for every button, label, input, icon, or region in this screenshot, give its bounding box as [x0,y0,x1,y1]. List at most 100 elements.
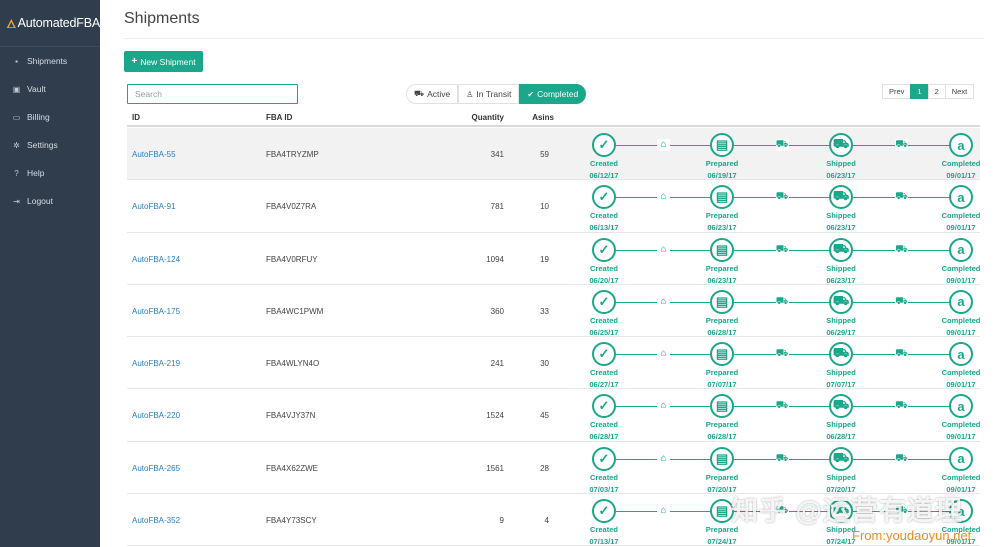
fba-id: FBA4V0RFUY [266,254,318,264]
asins-count: 59 [540,150,549,159]
logout-icon: ⇥ [13,196,20,206]
table-row[interactable]: AutoFBA-91 FBA4V0Z7RA 781 10 ⌂ ⛟ ⛟ ✓ Created 06/1… [127,180,980,233]
truck-icon: ⛟ [895,400,908,413]
sidebar-item-label: Settings [27,140,58,150]
warehouse-icon: ⌂ [657,348,670,361]
check-icon: ✓ [592,289,616,314]
timeline-step-completed: a Completed 09/01/17 [936,342,986,390]
shipment-id-link[interactable]: AutoFBA-124 [132,255,180,264]
vault-icon: ▣ [12,84,21,94]
quantity: 1094 [486,254,504,264]
table-row[interactable]: AutoFBA-265 FBA4X62ZWE 1561 28 ⌂ ⛟ ⛟ ✓ Created 07… [127,442,980,495]
filter-label: Active [427,89,451,99]
truck-icon: ⛟ [775,400,789,413]
sidebar-item-help[interactable]: ? Help [0,159,100,187]
sidebar: AutomatedFBA ▪ Shipments ▣ Vault ▭ Billing ✲ Se… [0,0,100,547]
step-label: Prepared [705,420,739,430]
clipboard-icon: ▤ [710,289,734,314]
filter-active[interactable]: ⛟ Active [406,84,459,104]
timeline-step-created: ✓ Created 06/28/17 [579,394,629,442]
sidebar-item-vault[interactable]: ▣ Vault [0,75,100,103]
filter-label: Completed [537,89,579,99]
amazon-icon: a [949,237,973,262]
shipment-id-link[interactable]: AutoFBA-265 [132,464,180,473]
truck-icon: ⛟ [775,348,789,361]
shipment-id-link[interactable]: AutoFBA-91 [132,202,176,211]
step-label: Created [590,211,618,221]
table-row[interactable]: AutoFBA-175 FBA4WC1PWM 360 33 ⌂ ⛟ ⛟ ✓ Created 06/… [127,285,980,338]
timeline-step-shipped: ⛟ Shipped 07/24/17 [816,499,866,547]
step-label: Prepared [705,159,739,168]
warehouse-icon: ⌂ [657,191,670,204]
timeline-step-shipped: ⛟ Shipped 06/23/17 [816,185,866,233]
clipboard-icon: ▤ [710,394,734,419]
truck-icon: ⛟ [829,394,853,419]
shipment-timeline: ⌂ ⛟ ⛟ ✓ Created 07/03/17 ▤ Prepared 07/20/17 ⛟ Shi… [579,446,980,495]
shipment-id-link[interactable]: AutoFBA-55 [132,150,176,159]
amazon-icon: a [949,342,973,367]
shipments-table-body: AutoFBA-55 FBA4TRYZMP 341 59 ⌂ ⛟ ⛟ ✓ Created 06/1… [127,128,980,547]
fba-id: FBA4X62ZWE [266,463,319,473]
fba-id: FBA4Y73SCY [266,516,317,526]
timeline-step-completed: a Completed 09/01/17 [936,499,986,547]
truck-icon: ⛟ [829,237,853,262]
page-title: Shipments [124,10,200,27]
sidebar-item-settings[interactable]: ✲ Settings [0,131,100,159]
table-row[interactable]: AutoFBA-124 FBA4V0RFUY 1094 19 ⌂ ⛟ ⛟ ✓ Created 06… [127,233,980,285]
sidebar-item-billing[interactable]: ▭ Billing [0,103,100,131]
sidebar-item-label: Logout [27,196,53,206]
filter-in-transit[interactable]: ♙ In Transit [458,84,520,104]
pager-page-2[interactable]: 2 [927,84,946,99]
timeline-step-created: ✓ Created 06/13/17 [579,185,629,233]
step-date: 07/13/17 [589,537,619,547]
timeline-step-created: ✓ Created 06/20/17 [579,237,629,286]
truck-icon: ⛟ [829,133,853,157]
col-quantity: Quantity [471,113,504,122]
amazon-icon: a [949,133,973,157]
asins-count: 4 [544,516,549,526]
shipment-timeline: ⌂ ⛟ ⛟ ✓ Created 06/28/17 ▤ Prepared 06/28/17 ⛟ Shi… [579,394,980,442]
shipment-timeline: ⌂ ⛟ ⛟ ✓ Created 06/27/17 ▤ Prepared 07/07/17 ⛟ Shi… [579,342,980,390]
col-id: ID [132,113,140,122]
shipment-id-link[interactable]: AutoFBA-220 [132,411,180,420]
step-label: Completed [941,263,981,273]
timeline-step-shipped: ⛟ Shipped 07/07/17 [816,342,866,390]
table-row[interactable]: AutoFBA-352 FBA4Y73SCY 9 4 ⌂ ⛟ ⛟ ✓ Created 07/13/… [127,494,980,547]
shipment-timeline: ⌂ ⛟ ⛟ ✓ Created 06/20/17 ▤ Prepared 06/23/17 ⛟ Shi… [579,237,980,286]
filter-completed[interactable]: ✔ Completed [519,84,587,104]
truck-icon: ⛟ [829,289,853,314]
shipment-id-link[interactable]: AutoFBA-219 [132,359,180,368]
truck-icon: ⛟ [829,342,853,367]
timeline-step-created: ✓ Created 07/03/17 [579,446,629,495]
table-header: ID FBA ID Quantity Asins [127,108,980,127]
search-input[interactable] [127,84,298,104]
truck-icon: ⛟ [775,452,789,465]
timeline-step-completed: a Completed 09/01/17 [936,446,986,495]
shipment-id-link[interactable]: AutoFBA-352 [132,516,180,525]
truck-icon: ⛟ [775,505,789,518]
col-asins: Asins [532,113,554,122]
logo-text: AutomatedFBA [17,16,101,30]
check-icon: ✔ [527,89,535,99]
pager-page-1[interactable]: 1 [910,84,929,99]
pager-prev[interactable]: Prev [882,84,912,99]
check-icon: ✓ [592,133,616,157]
truck-icon: ⛟ [895,243,908,256]
table-row[interactable]: AutoFBA-220 FBA4VJY37N 1524 45 ⌂ ⛟ ⛟ ✓ Created 06… [127,389,980,442]
timeline-step-shipped: ⛟ Shipped 07/20/17 [816,446,866,495]
truck-icon: ⛟ [829,499,853,524]
step-date: 09/01/17 [946,537,976,547]
sidebar-item-shipments[interactable]: ▪ Shipments [0,47,100,75]
shipment-id-link[interactable]: AutoFBA-175 [132,307,180,316]
logo[interactable]: AutomatedFBA [0,0,100,47]
sidebar-item-logout[interactable]: ⇥ Logout [0,187,100,215]
fba-id: FBA4V0Z7RA [266,202,317,212]
table-row[interactable]: AutoFBA-219 FBA4WLYN4O 241 30 ⌂ ⛟ ⛟ ✓ Created 06/… [127,337,980,390]
pager-next[interactable]: Next [944,84,975,99]
table-row[interactable]: AutoFBA-55 FBA4TRYZMP 341 59 ⌂ ⛟ ⛟ ✓ Created 06/1… [127,128,980,181]
timeline-step-created: ✓ Created 07/13/17 [579,499,629,547]
new-shipment-button[interactable]: + New Shipment [124,51,203,72]
quantity: 1524 [486,411,504,421]
warehouse-icon: ⌂ [657,452,670,465]
fba-id: FBA4TRYZMP [266,150,319,159]
